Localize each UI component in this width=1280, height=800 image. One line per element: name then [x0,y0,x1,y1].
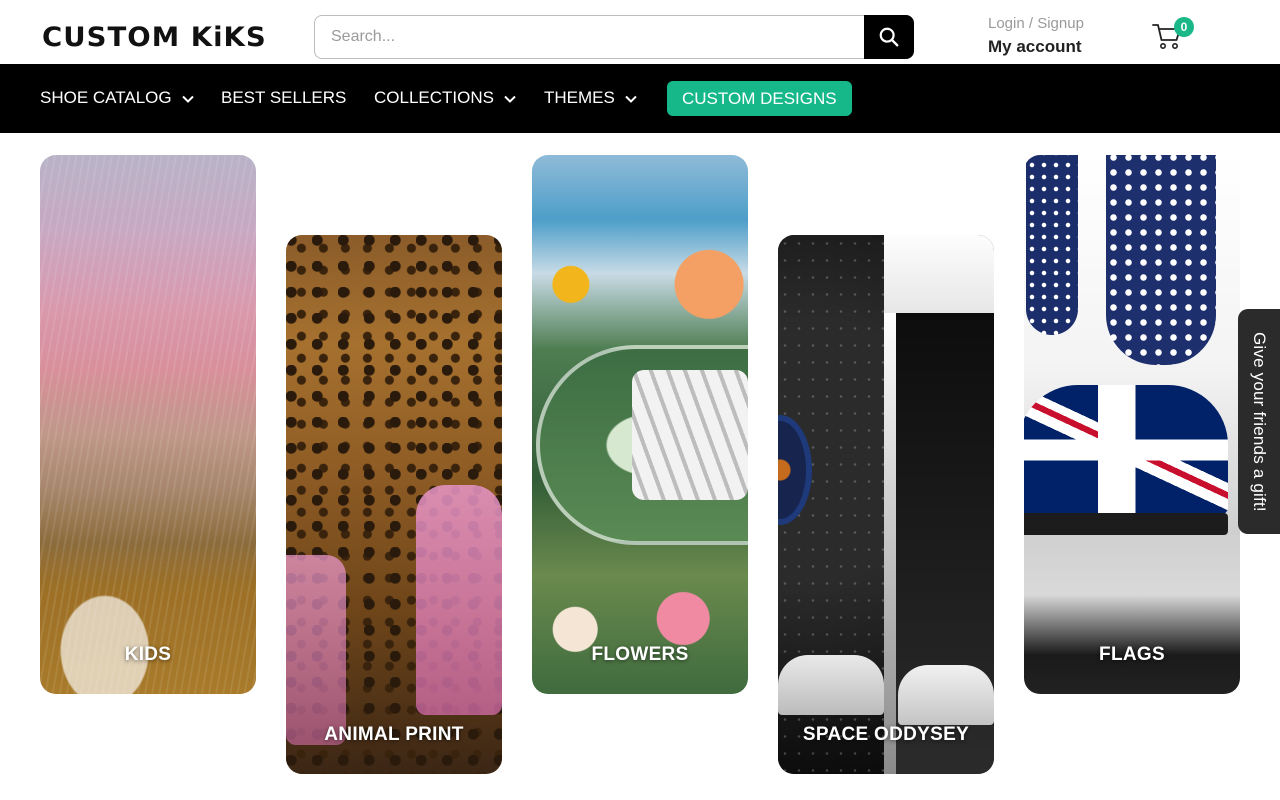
nav-item-collections[interactable]: COLLECTIONS [374,87,516,109]
kids-card-image [40,155,256,694]
category-label: ANIMAL PRINT [324,724,464,745]
flags-card-image [1024,155,1240,694]
chevron-down-icon [625,95,637,103]
brand-logo[interactable]: CUSTOM KiKS [42,20,267,56]
gift-tab-label: Give your friends a gift! [1250,331,1269,512]
nav-item-label: THEMES [544,88,615,107]
brand-logo-text: CUSTOM KiKS [42,22,267,53]
category-label: KIDS [124,644,172,665]
nav-item-shoe-catalog[interactable]: SHOE CATALOG [40,87,194,109]
cart-count-badge: 0 [1174,17,1194,37]
account-menu[interactable]: Login / Signup My account [988,14,1084,59]
animal-print-card-image [286,235,502,774]
category-card-kids[interactable]: KIDS [40,155,256,694]
nav-item-best-sellers[interactable]: BEST SELLERS [221,87,346,109]
nav-item-themes[interactable]: THEMES [544,87,637,109]
category-card-flags[interactable]: FLAGS [1024,155,1240,694]
login-signup-link[interactable]: Login / Signup [988,14,1084,34]
space-card-image [778,235,994,774]
category-label: FLOWERS [591,644,689,665]
category-label: FLAGS [1099,644,1165,665]
site-header: CUSTOM KiKS Login / Signup My account 0 [0,0,1280,64]
search-icon [879,27,899,47]
chevron-down-icon [181,95,194,103]
main-navigation: SHOE CATALOG BEST SELLERS COLLECTIONS TH… [0,64,1280,133]
nav-item-label: BEST SELLERS [221,88,347,107]
category-card-animal-print[interactable]: ANIMAL PRINT [286,235,502,774]
search-input[interactable] [314,15,864,59]
category-label: SPACE ODDYSEY [802,724,970,745]
chevron-down-icon [504,95,516,103]
category-card-flowers[interactable]: FLOWERS [532,155,748,694]
search-bar [314,15,914,59]
flowers-card-image [532,155,748,694]
custom-designs-button[interactable]: CUSTOM DESIGNS [667,81,852,116]
nav-item-label: SHOE CATALOG [40,88,172,107]
nav-item-label: COLLECTIONS [374,88,494,107]
search-button[interactable] [864,15,914,59]
my-account-link[interactable]: My account [988,35,1084,59]
gift-side-tab[interactable]: Give your friends a gift! [1238,309,1280,534]
category-card-space-oddysey[interactable]: SPACE ODDYSEY [778,235,994,774]
